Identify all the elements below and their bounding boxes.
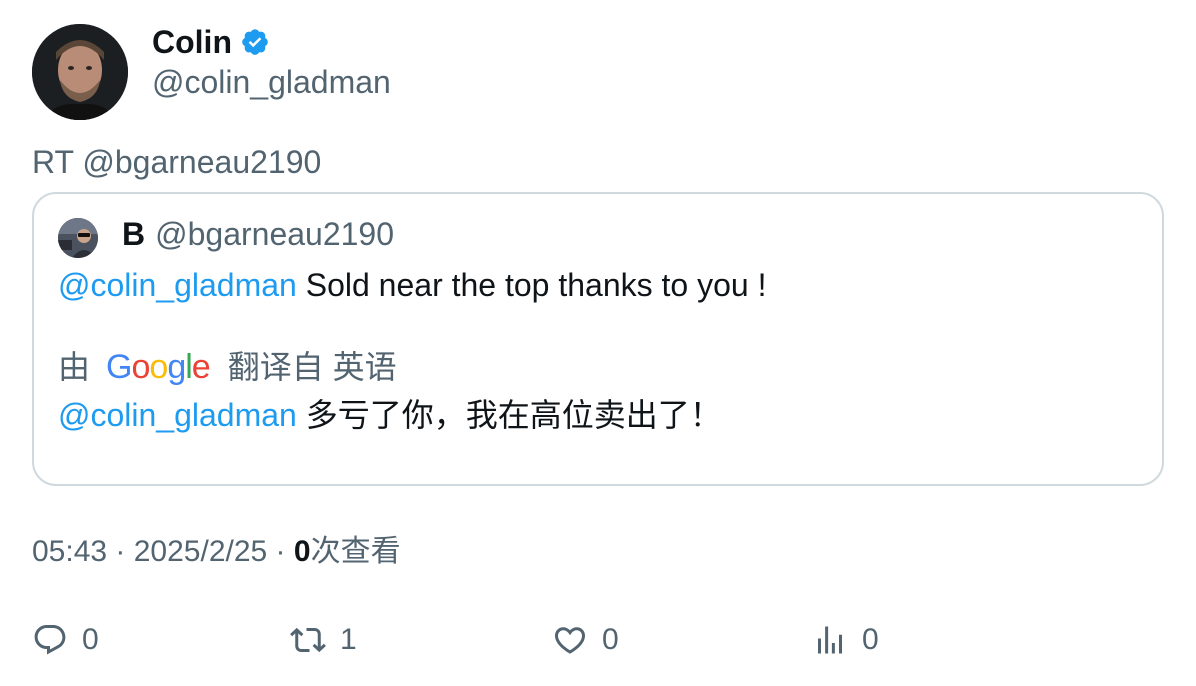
views-action-count: 0	[862, 623, 879, 656]
tweet-meta: 05:43 · 2025/2/25 · 0次查看	[32, 532, 401, 572]
retweet-icon	[290, 627, 326, 653]
views-button[interactable]: 0	[812, 618, 879, 662]
tweet-time[interactable]: 05:43	[32, 535, 107, 568]
quoted-author-row: B @bgarneau2190	[122, 214, 394, 254]
tweet-date[interactable]: 2025/2/25	[134, 535, 267, 568]
google-logo-letter: e	[191, 348, 211, 386]
translated-by-label: 由	[58, 349, 91, 385]
author-display-name[interactable]: Colin	[152, 22, 232, 62]
meta-separator: ·	[107, 535, 134, 568]
quoted-author-handle[interactable]: @bgarneau2190	[155, 214, 394, 254]
quoted-author-avatar[interactable]	[58, 218, 98, 258]
analytics-icon	[818, 626, 842, 654]
mention-link[interactable]: @colin_gladman	[58, 267, 297, 303]
translated-mention-link[interactable]: @colin_gladman	[58, 397, 297, 433]
author-avatar[interactable]	[32, 24, 128, 120]
google-logo-letter: G	[106, 348, 132, 386]
quoted-author-name[interactable]: B	[122, 214, 145, 254]
reply-count: 0	[82, 623, 99, 656]
action-bar: 0 1 0 0	[32, 618, 1164, 662]
like-button[interactable]: 0	[552, 618, 619, 662]
translated-from-label: 翻译自 英语	[227, 349, 397, 385]
reply-icon	[34, 625, 66, 655]
like-count: 0	[602, 623, 619, 656]
translated-text: @colin_gladman 多亏了你，我在高位卖出了！	[58, 394, 722, 436]
retweet-count: 1	[340, 623, 357, 656]
quoted-tweet-text: @colin_gladman Sold near the top thanks …	[58, 264, 766, 306]
quoted-tweet-body: Sold near the top thanks to you !	[296, 267, 767, 303]
views-label: 次查看	[310, 535, 401, 568]
author-name-row: Colin	[152, 22, 270, 62]
views-count: 0	[293, 535, 311, 568]
author-handle[interactable]: @colin_gladman	[152, 62, 391, 102]
translation-attribution: 由 Google 翻译自 英语	[58, 346, 397, 388]
google-logo-letter: o	[131, 348, 150, 386]
reply-button[interactable]: 0	[32, 618, 99, 662]
retweet-text: RT @bgarneau2190	[32, 144, 322, 180]
tweet: Colin @colin_gladman RT @bgarneau2190 B …	[0, 0, 1196, 686]
retweet-button[interactable]: 1	[290, 618, 357, 662]
heart-icon	[554, 627, 586, 654]
verified-badge-icon	[240, 27, 270, 57]
google-logo-letter: o	[149, 348, 168, 386]
quoted-tweet-card[interactable]: B @bgarneau2190 @colin_gladman Sold near…	[32, 192, 1164, 486]
google-logo-icon: Google	[106, 346, 211, 388]
meta-separator: ·	[267, 535, 294, 568]
google-logo-letter: g	[167, 348, 186, 386]
translated-body: 多亏了你，我在高位卖出了！	[296, 397, 722, 433]
